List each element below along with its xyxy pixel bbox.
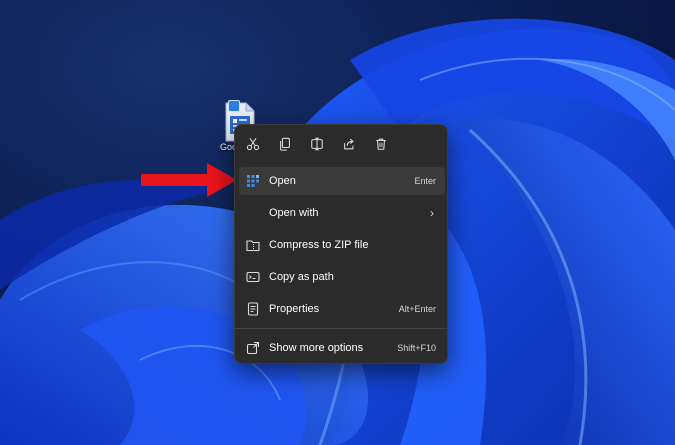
menu-item-open-with[interactable]: Open with › (239, 199, 445, 227)
open-app-icon (247, 175, 259, 187)
share-button[interactable] (337, 133, 361, 155)
menu-item-properties[interactable]: Properties Alt+Enter (239, 295, 445, 323)
menu-item-show-more-options-shortcut: Shift+F10 (397, 343, 436, 353)
menu-item-open-with-label: Open with (269, 207, 319, 219)
cut-icon (246, 138, 260, 151)
context-menu-toolbar (235, 125, 447, 161)
delete-icon (376, 138, 386, 150)
context-menu: Open Enter Open with › Compress to ZIP f… (234, 124, 448, 364)
rename-button[interactable] (305, 133, 329, 155)
menu-item-properties-label: Properties (269, 303, 320, 315)
more-options-icon (246, 341, 260, 355)
menu-item-properties-shortcut: Alt+Enter (398, 304, 436, 314)
share-icon (344, 138, 354, 150)
menu-item-copy-as-path[interactable]: Copy as path (239, 263, 445, 291)
menu-separator (235, 328, 447, 329)
rename-icon (311, 137, 323, 151)
copy-button[interactable] (273, 133, 297, 155)
menu-item-copy-as-path-label: Copy as path (269, 271, 334, 283)
menu-item-open-shortcut: Enter (414, 176, 436, 186)
menu-item-open[interactable]: Open Enter (239, 167, 445, 195)
copy-path-icon (246, 271, 260, 283)
selection-checkbox-icon[interactable] (228, 100, 240, 112)
red-pointer-arrow-icon (141, 163, 237, 197)
cut-button[interactable] (241, 133, 265, 155)
zip-folder-icon (246, 240, 260, 252)
menu-item-show-more-options[interactable]: Show more options Shift+F10 (239, 334, 445, 362)
properties-icon (247, 302, 259, 316)
menu-item-show-more-options-label: Show more options (269, 342, 364, 354)
menu-item-open-label: Open (269, 175, 296, 187)
menu-item-compress-zip-label: Compress to ZIP file (269, 239, 369, 251)
delete-button[interactable] (369, 133, 393, 155)
copy-icon (280, 137, 290, 151)
chevron-right-icon: › (430, 206, 434, 220)
menu-item-compress-zip[interactable]: Compress to ZIP file (239, 231, 445, 259)
